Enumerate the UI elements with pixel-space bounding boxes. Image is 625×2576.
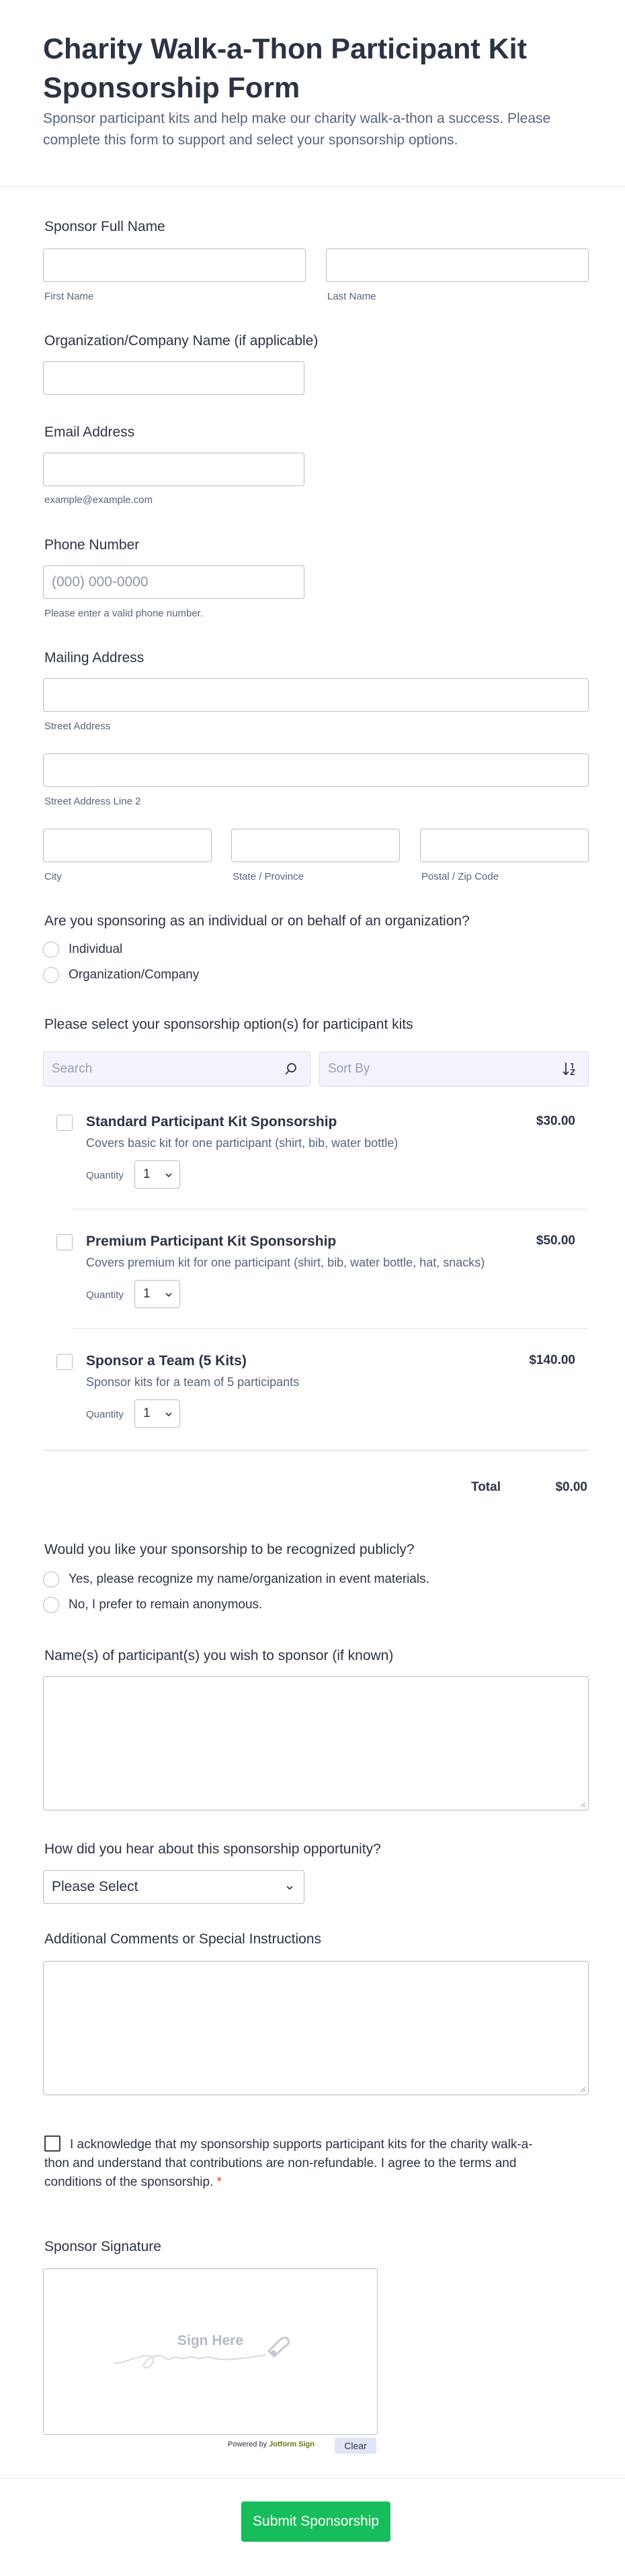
search-icon[interactable] (283, 1060, 300, 1078)
chevron-down-icon (165, 1173, 172, 1178)
total-divider (43, 1450, 589, 1451)
signature-pen-icon (114, 2336, 290, 2369)
product-description: Sponsor kits for a team of 5 participant… (86, 1375, 300, 1389)
product-search-input[interactable]: Search (43, 1052, 310, 1087)
acknowledge-text: I acknowledge that my sponsorship suppor… (44, 2137, 533, 2189)
submit-button[interactable]: Submit Sponsorship (241, 2501, 390, 2542)
chevron-down-icon (165, 1412, 172, 1417)
city-input[interactable] (43, 829, 212, 862)
participants-label: Name(s) of participant(s) you wish to sp… (44, 1648, 394, 1663)
product-price: $140.00 (529, 1353, 575, 1367)
product-divider (71, 1328, 589, 1329)
first-name-input[interactable] (43, 248, 306, 282)
search-placeholder: Search (52, 1062, 93, 1076)
radio-recognize-no-label[interactable]: No, I prefer to remain anonymous. (69, 1598, 262, 1612)
phone-placeholder: (000) 000-0000 (52, 574, 149, 590)
state-input[interactable] (231, 829, 400, 862)
radio-individual[interactable] (43, 941, 59, 958)
signature-placeholder: Sign Here (177, 2333, 244, 2348)
radio-organization[interactable] (43, 967, 59, 983)
sponsor-name-label: Sponsor Full Name (44, 219, 165, 234)
product-checkbox-premium[interactable] (56, 1234, 73, 1250)
hear-about-label: How did you hear about this sponsorship … (44, 1841, 381, 1857)
product-checkbox-team[interactable] (56, 1354, 73, 1370)
signature-pad[interactable]: Sign Here (43, 2268, 378, 2435)
header-divider (0, 186, 625, 187)
phone-sublabel: Please enter a valid phone number. (44, 608, 203, 619)
product-description: Covers basic kit for one participant (sh… (86, 1136, 399, 1150)
product-name: Standard Participant Kit Sponsorship (86, 1114, 337, 1130)
hear-about-selected: Please Select (52, 1879, 138, 1894)
product-name: Premium Participant Kit Sponsorship (86, 1234, 337, 1249)
radio-organization-label[interactable]: Organization/Company (69, 968, 199, 982)
address-label: Mailing Address (44, 650, 144, 665)
quantity-select[interactable]: 1 (134, 1399, 180, 1428)
quantity-label: Quantity (86, 1170, 124, 1181)
sponsor-type-label: Are you sponsoring as an individual or o… (44, 913, 470, 929)
product-sort-select[interactable]: Sort By (319, 1052, 589, 1087)
products-label: Please select your sponsorship option(s)… (44, 1017, 413, 1032)
email-input[interactable] (43, 453, 304, 486)
radio-recognize-no[interactable] (43, 1597, 59, 1613)
participants-textarea[interactable] (43, 1676, 589, 1810)
quantity-select[interactable]: 1 (134, 1280, 180, 1308)
clear-signature-button[interactable]: Clear (335, 2438, 376, 2454)
total-label: Total (471, 1480, 501, 1494)
state-sublabel: State / Province (233, 871, 304, 882)
product-description: Covers premium kit for one participant (… (86, 1256, 485, 1269)
form-page: Charity Walk-a-Thon Participant Kit Spon… (0, 0, 625, 2576)
recognition-label: Would you like your sponsorship to be re… (44, 1542, 415, 1557)
last-name-sublabel: Last Name (327, 291, 376, 302)
form-subtitle: Sponsor participant kits and help make o… (43, 111, 551, 148)
hear-about-select[interactable]: Please Select (43, 1870, 304, 1904)
product-price: $30.00 (536, 1114, 575, 1128)
street-address-sublabel: Street Address (44, 721, 111, 732)
email-label: Email Address (44, 424, 135, 440)
quantity-select[interactable]: 1 (134, 1160, 180, 1189)
required-asterisk: * (216, 2175, 222, 2189)
email-sublabel: example@example.com (44, 494, 153, 506)
quantity-value: 1 (143, 1167, 151, 1181)
quantity-label: Quantity (86, 1289, 124, 1301)
street-address-input[interactable] (43, 678, 589, 712)
product-price: $50.00 (536, 1234, 575, 1248)
sort-placeholder: Sort By (328, 1062, 370, 1076)
phone-input[interactable]: (000) 000-0000 (43, 565, 304, 599)
comments-label: Additional Comments or Special Instructi… (44, 1931, 322, 1947)
resize-handle-icon[interactable] (580, 2086, 586, 2092)
resize-handle-icon[interactable] (580, 1802, 586, 1808)
quantity-label: Quantity (86, 1409, 124, 1420)
quantity-value: 1 (143, 1406, 151, 1420)
footer-divider (0, 2478, 625, 2479)
organization-input[interactable] (43, 361, 304, 395)
zip-sublabel: Postal / Zip Code (421, 871, 499, 882)
powered-by-label: Powered by (228, 2440, 267, 2448)
sort-icon[interactable] (561, 1060, 579, 1078)
first-name-sublabel: First Name (44, 291, 94, 302)
street-address-2-sublabel: Street Address Line 2 (44, 796, 141, 807)
phone-label: Phone Number (44, 537, 140, 553)
form-title: Charity Walk-a-Thon Participant Kit Spon… (43, 33, 527, 104)
city-sublabel: City (44, 871, 62, 882)
comments-textarea[interactable] (43, 1961, 589, 2095)
last-name-input[interactable] (326, 248, 589, 282)
product-name: Sponsor a Team (5 Kits) (86, 1353, 247, 1369)
radio-recognize-yes-label[interactable]: Yes, please recognize my name/organizati… (69, 1572, 429, 1587)
total-value: $0.00 (555, 1480, 587, 1494)
radio-recognize-yes[interactable] (43, 1571, 59, 1588)
street-address-2-input[interactable] (43, 753, 589, 787)
product-checkbox-standard[interactable] (56, 1115, 73, 1131)
organization-label: Organization/Company Name (if applicable… (44, 333, 319, 349)
quantity-value: 1 (143, 1287, 151, 1301)
powered-by-text: Powered by Jotform Sign (228, 2440, 315, 2448)
chevron-down-icon (286, 1886, 293, 1890)
chevron-down-icon (165, 1293, 172, 1297)
signature-label: Sponsor Signature (44, 2239, 161, 2254)
radio-individual-label[interactable]: Individual (69, 942, 122, 957)
acknowledge-text-block[interactable]: I acknowledge that my sponsorship suppor… (44, 2135, 542, 2192)
jotform-sign-logo: Jotform Sign (269, 2440, 315, 2448)
zip-input[interactable] (420, 829, 589, 862)
